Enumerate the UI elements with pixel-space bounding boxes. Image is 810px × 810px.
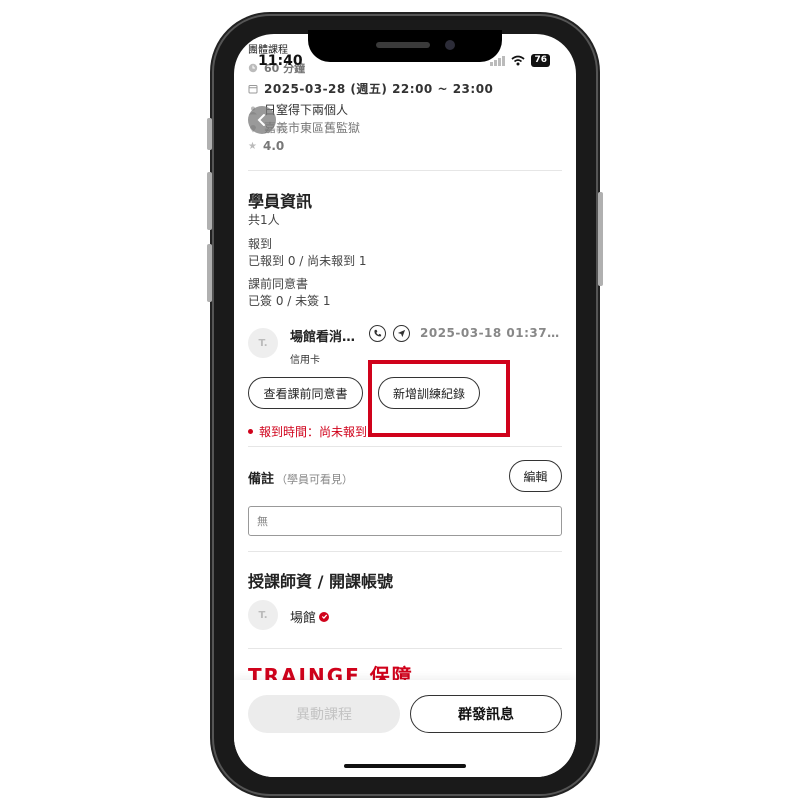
star-icon: ★ (248, 140, 257, 152)
consent-label: 課前同意書 (248, 277, 309, 291)
calendar-icon (248, 84, 258, 93)
course-location: 嘉義市東區舊監獄 (264, 121, 361, 135)
front-camera (445, 40, 455, 50)
status-icons: 76 (490, 54, 550, 67)
broadcast-message-button[interactable]: 群發訊息 (410, 695, 562, 733)
notes-input[interactable]: 無 (248, 506, 562, 536)
student-count: 共1人 (248, 213, 280, 227)
back-button[interactable] (248, 106, 276, 134)
member-payment: 信用卡 (290, 355, 320, 366)
mute-switch (207, 118, 212, 150)
volume-up-button (207, 172, 212, 230)
phone-icon[interactable] (369, 325, 386, 342)
edit-notes-button[interactable]: 編輯 (509, 460, 562, 492)
speaker-grille (376, 42, 430, 48)
course-organizer: 日窒得下兩個人 (264, 103, 349, 117)
instructor-avatar[interactable]: T. (248, 600, 278, 630)
chevron-left-icon (257, 114, 265, 126)
status-time: 11:40 (258, 53, 303, 69)
divider (248, 648, 562, 649)
change-course-button[interactable]: 異動課程 (248, 695, 400, 733)
divider (248, 170, 562, 171)
volume-down-button (207, 244, 212, 302)
divider (248, 446, 562, 447)
checkin-label: 報到 (248, 237, 273, 251)
checkin-values: 已報到 0 / 尚未報到 1 (248, 254, 367, 268)
notes-label: 備註 （學員可看見） (248, 468, 353, 487)
notes-label-text: 備註 (248, 472, 275, 487)
member-name[interactable]: 場館看消… (290, 326, 355, 345)
checkin-time-warning: 報到時間：尚未報到 (248, 423, 367, 440)
student-info-title: 學員資訊 (248, 192, 313, 211)
send-message-icon[interactable] (393, 325, 410, 342)
datetime-row: 2025-03-28 (週五) 22:00 ~ 23:00 (248, 80, 493, 97)
course-rating: 4.0 (262, 139, 285, 153)
checkin-time-text: 報到時間：尚未報到 (259, 425, 368, 439)
highlight-box (368, 360, 510, 437)
app-screen: 團體課程 11:40 76 60 分鐘 2025-03-28 (週五) 22:0… (234, 34, 576, 777)
instructor-name[interactable]: 場館 (290, 607, 330, 626)
rating-row: ★ 4.0 (248, 139, 284, 153)
view-consent-button[interactable]: 查看課前同意書 (248, 377, 363, 409)
warning-dot-icon (248, 429, 253, 434)
instructor-title: 授課師資 / 開課帳號 (248, 572, 393, 591)
notch (308, 30, 502, 62)
battery-icon: 76 (531, 54, 550, 67)
course-datetime: 2025-03-28 (週五) 22:00 ~ 23:00 (264, 82, 494, 96)
power-button (598, 192, 603, 286)
verified-check-icon (319, 611, 330, 622)
member-avatar[interactable]: T. (248, 328, 278, 358)
wifi-icon (511, 55, 526, 66)
home-indicator (344, 764, 466, 768)
notes-sublabel: （學員可看見） (276, 473, 354, 486)
member-time: 2025-03-18 01:37… (420, 326, 560, 340)
divider (248, 551, 562, 552)
instructor-name-text: 場館 (290, 611, 317, 626)
bottom-action-bar: 異動課程 群發訊息 (234, 680, 576, 777)
consent-values: 已簽 0 / 未簽 1 (248, 294, 331, 308)
